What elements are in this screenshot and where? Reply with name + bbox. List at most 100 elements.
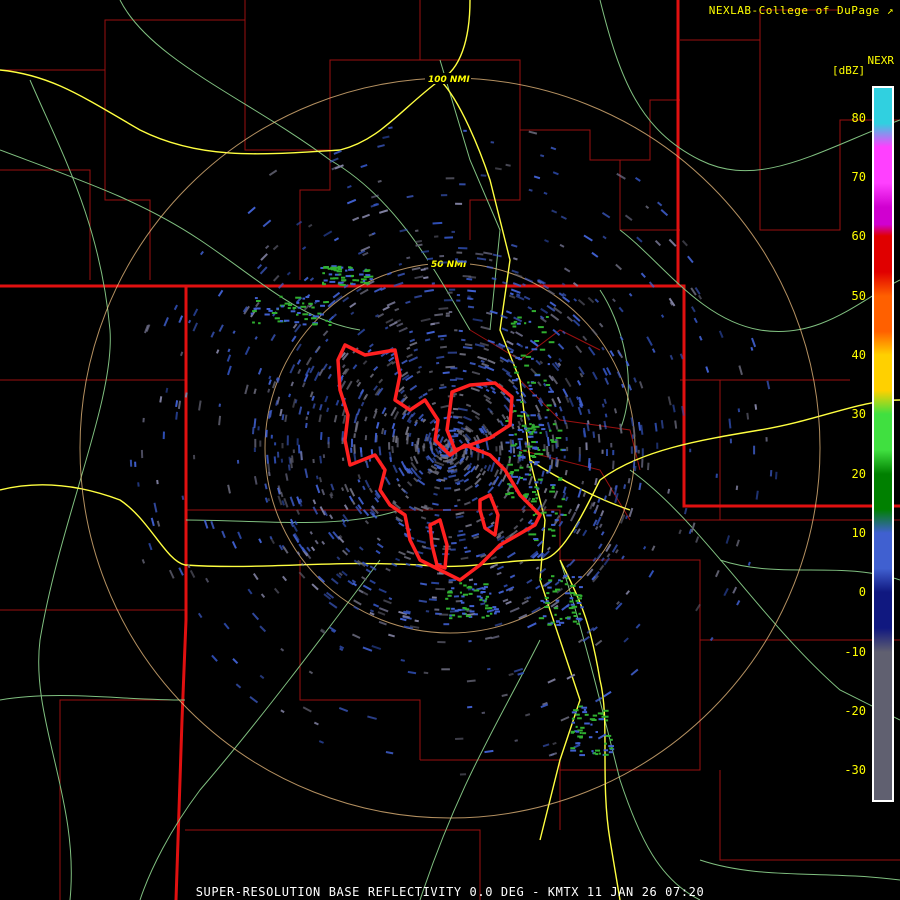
echo-gate — [313, 371, 320, 382]
color-scale-segment — [874, 473, 892, 533]
echo-gate — [470, 387, 480, 392]
echo-gate — [512, 475, 519, 478]
echo-gate — [370, 449, 374, 455]
echo-gate — [346, 198, 357, 205]
echo-gate — [197, 612, 203, 619]
echo-gate — [571, 711, 577, 714]
echo-gate — [636, 236, 643, 243]
echo-gate — [519, 417, 524, 423]
echo-gate — [388, 356, 395, 362]
echo-gate — [588, 736, 593, 739]
echo-gate — [540, 154, 545, 158]
range-ring-100-label: 100 NMI — [428, 75, 470, 85]
echo-gate — [348, 268, 354, 271]
echo-gate — [552, 423, 557, 426]
echo-gate — [508, 672, 514, 677]
echo-gate — [457, 533, 466, 537]
echo-gate — [572, 620, 578, 623]
echo-gate — [646, 336, 653, 347]
echo-gate — [633, 377, 637, 383]
echo-gate — [352, 364, 358, 370]
echo-gate — [595, 749, 600, 752]
echo-gate — [440, 338, 445, 341]
echo-gate — [439, 254, 445, 258]
echo-gate — [774, 471, 778, 480]
echo-gate — [535, 493, 538, 496]
data-credit[interactable]: NEXLAB-College of DuPage ↗ — [709, 4, 894, 17]
echo-gate — [575, 599, 579, 602]
echo-gate — [592, 431, 596, 438]
echo-gate — [561, 498, 566, 501]
echo-gate — [311, 583, 319, 591]
echo-gate — [562, 486, 567, 494]
echo-gate — [528, 320, 532, 323]
echo-gate — [211, 654, 218, 662]
echo-gate — [304, 422, 308, 429]
echo-gate — [396, 477, 400, 482]
echo-gate — [251, 612, 260, 621]
echo-gate — [192, 454, 196, 460]
echo-gate — [313, 721, 319, 726]
echo-gate — [279, 295, 283, 298]
echo-gate — [449, 378, 457, 381]
echo-gate — [254, 297, 258, 300]
echo-gate — [259, 625, 267, 633]
echo-gate — [570, 730, 575, 733]
echo-gate — [422, 392, 428, 397]
echo-gate — [329, 320, 332, 323]
echo-gate — [424, 288, 434, 293]
echo-gate — [735, 485, 739, 491]
echo-gate — [428, 598, 437, 601]
echo-gate — [321, 488, 326, 496]
echo-gate — [388, 597, 393, 601]
echo-gate — [603, 749, 609, 752]
echo-gate — [266, 308, 271, 310]
echo-gate — [359, 448, 363, 453]
echo-gate — [530, 455, 535, 457]
echo-gate — [640, 272, 646, 278]
echo-gate — [189, 569, 196, 578]
echo-gate — [388, 633, 395, 638]
echo-gate — [753, 445, 756, 455]
echo-gate — [542, 615, 547, 618]
echo-gate — [519, 517, 524, 523]
echo-gate — [651, 348, 656, 354]
echo-gate — [506, 340, 514, 346]
echo-gate — [485, 440, 490, 451]
echo-gate — [574, 504, 580, 512]
echo-gate — [537, 326, 544, 329]
echo-gate — [523, 295, 531, 301]
echo-gate — [693, 317, 698, 324]
echo-gate — [546, 404, 552, 407]
echo-gate — [249, 696, 259, 704]
echo-gate — [547, 363, 550, 366]
echo-gate — [218, 415, 222, 426]
echo-gate — [532, 447, 536, 450]
echo-gate — [604, 413, 608, 418]
echo-gate — [406, 256, 411, 260]
echo-gate — [447, 351, 458, 354]
echo-gate — [440, 383, 445, 387]
echo-gate — [612, 460, 615, 470]
echo-gate — [608, 751, 613, 754]
echo-gate — [725, 535, 730, 544]
echo-gate — [362, 584, 372, 591]
echo-gate — [443, 623, 450, 626]
echo-gate — [558, 357, 563, 363]
echo-gate — [415, 229, 419, 232]
echo-gate — [448, 429, 457, 432]
echo-gate — [577, 488, 583, 498]
echo-gate — [409, 338, 416, 343]
echo-gate — [328, 324, 332, 326]
echo-gate — [463, 470, 471, 478]
echo-gate — [474, 415, 480, 420]
echo-gate — [494, 469, 499, 478]
echo-gate — [267, 463, 271, 472]
range-ring-100 — [79, 77, 821, 819]
echo-gate — [362, 395, 368, 401]
echo-gate — [453, 488, 461, 492]
echo-gate — [282, 546, 289, 554]
echo-gate — [348, 266, 352, 269]
echo-gate — [557, 343, 565, 350]
echo-gate — [393, 411, 400, 420]
